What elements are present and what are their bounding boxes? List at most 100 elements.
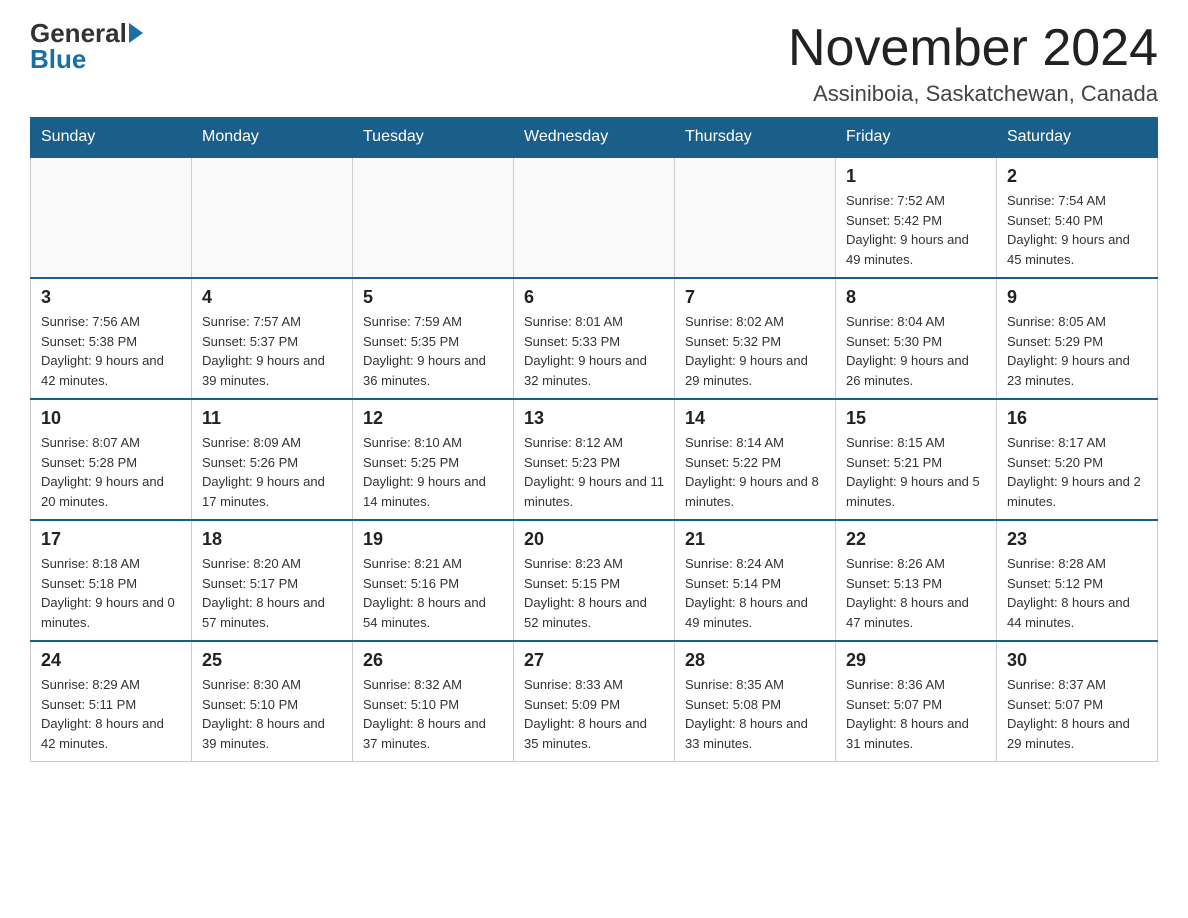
calendar-cell: 29 Sunrise: 8:36 AM Sunset: 5:07 PM Dayli… [836, 641, 997, 762]
calendar-cell [514, 157, 675, 278]
day-info: Sunrise: 8:33 AM Sunset: 5:09 PM Dayligh… [524, 675, 664, 753]
day-info: Sunrise: 8:20 AM Sunset: 5:17 PM Dayligh… [202, 554, 342, 632]
day-info: Sunrise: 8:30 AM Sunset: 5:10 PM Dayligh… [202, 675, 342, 753]
calendar-cell [31, 157, 192, 278]
calendar-header-tuesday: Tuesday [353, 118, 514, 158]
day-number: 30 [1007, 650, 1147, 671]
day-number: 8 [846, 287, 986, 308]
calendar-cell: 23 Sunrise: 8:28 AM Sunset: 5:12 PM Dayli… [997, 520, 1158, 641]
calendar-header-monday: Monday [192, 118, 353, 158]
day-info: Sunrise: 8:32 AM Sunset: 5:10 PM Dayligh… [363, 675, 503, 753]
calendar-cell: 25 Sunrise: 8:30 AM Sunset: 5:10 PM Dayli… [192, 641, 353, 762]
day-info: Sunrise: 8:02 AM Sunset: 5:32 PM Dayligh… [685, 312, 825, 390]
title-section: November 2024 Assiniboia, Saskatchewan, … [788, 20, 1158, 107]
calendar-header-wednesday: Wednesday [514, 118, 675, 158]
calendar-cell: 24Sunrise: 8:29 AM Sunset: 5:11 PM Dayli… [31, 641, 192, 762]
day-info: Sunrise: 7:59 AM Sunset: 5:35 PM Dayligh… [363, 312, 503, 390]
calendar-cell: 26 Sunrise: 8:32 AM Sunset: 5:10 PM Dayli… [353, 641, 514, 762]
day-number: 18 [202, 529, 342, 550]
day-number: 26 [363, 650, 503, 671]
day-info: Sunrise: 8:37 AM Sunset: 5:07 PM Dayligh… [1007, 675, 1147, 753]
day-number: 21 [685, 529, 825, 550]
day-info: Sunrise: 8:07 AM Sunset: 5:28 PM Dayligh… [41, 433, 181, 511]
calendar-cell: 14Sunrise: 8:14 AM Sunset: 5:22 PM Dayli… [675, 399, 836, 520]
calendar-cell: 6 Sunrise: 8:01 AM Sunset: 5:33 PM Daylig… [514, 278, 675, 399]
day-number: 3 [41, 287, 181, 308]
day-info: Sunrise: 8:15 AM Sunset: 5:21 PM Dayligh… [846, 433, 986, 511]
calendar-week-row: 1 Sunrise: 7:52 AM Sunset: 5:42 PM Daylig… [31, 157, 1158, 278]
calendar-header-saturday: Saturday [997, 118, 1158, 158]
day-number: 5 [363, 287, 503, 308]
day-info: Sunrise: 7:52 AM Sunset: 5:42 PM Dayligh… [846, 191, 986, 269]
day-number: 2 [1007, 166, 1147, 187]
calendar-cell: 22Sunrise: 8:26 AM Sunset: 5:13 PM Dayli… [836, 520, 997, 641]
day-number: 9 [1007, 287, 1147, 308]
calendar-cell: 2Sunrise: 7:54 AM Sunset: 5:40 PM Daylig… [997, 157, 1158, 278]
calendar-cell: 4 Sunrise: 7:57 AM Sunset: 5:37 PM Daylig… [192, 278, 353, 399]
day-number: 29 [846, 650, 986, 671]
day-info: Sunrise: 7:56 AM Sunset: 5:38 PM Dayligh… [41, 312, 181, 390]
calendar-week-row: 17Sunrise: 8:18 AM Sunset: 5:18 PM Dayli… [31, 520, 1158, 641]
calendar-header-thursday: Thursday [675, 118, 836, 158]
day-number: 1 [846, 166, 986, 187]
day-number: 17 [41, 529, 181, 550]
day-info: Sunrise: 8:24 AM Sunset: 5:14 PM Dayligh… [685, 554, 825, 632]
day-number: 6 [524, 287, 664, 308]
day-number: 23 [1007, 529, 1147, 550]
calendar-cell: 10 Sunrise: 8:07 AM Sunset: 5:28 PM Dayli… [31, 399, 192, 520]
day-info: Sunrise: 8:23 AM Sunset: 5:15 PM Dayligh… [524, 554, 664, 632]
calendar-week-row: 10 Sunrise: 8:07 AM Sunset: 5:28 PM Dayli… [31, 399, 1158, 520]
day-info: Sunrise: 8:35 AM Sunset: 5:08 PM Dayligh… [685, 675, 825, 753]
day-info: Sunrise: 8:21 AM Sunset: 5:16 PM Dayligh… [363, 554, 503, 632]
calendar-header-sunday: Sunday [31, 118, 192, 158]
calendar-header-row: SundayMondayTuesdayWednesdayThursdayFrid… [31, 118, 1158, 158]
day-number: 16 [1007, 408, 1147, 429]
day-info: Sunrise: 8:05 AM Sunset: 5:29 PM Dayligh… [1007, 312, 1147, 390]
calendar-cell: 8 Sunrise: 8:04 AM Sunset: 5:30 PM Daylig… [836, 278, 997, 399]
calendar-cell: 30 Sunrise: 8:37 AM Sunset: 5:07 PM Dayli… [997, 641, 1158, 762]
day-number: 22 [846, 529, 986, 550]
day-info: Sunrise: 7:57 AM Sunset: 5:37 PM Dayligh… [202, 312, 342, 390]
calendar-cell: 18 Sunrise: 8:20 AM Sunset: 5:17 PM Dayli… [192, 520, 353, 641]
calendar-header-friday: Friday [836, 118, 997, 158]
calendar-cell [353, 157, 514, 278]
calendar-cell: 3 Sunrise: 7:56 AM Sunset: 5:38 PM Daylig… [31, 278, 192, 399]
logo-blue-text: Blue [30, 46, 86, 72]
day-info: Sunrise: 8:10 AM Sunset: 5:25 PM Dayligh… [363, 433, 503, 511]
day-number: 15 [846, 408, 986, 429]
day-info: Sunrise: 8:09 AM Sunset: 5:26 PM Dayligh… [202, 433, 342, 511]
day-number: 20 [524, 529, 664, 550]
calendar-cell: 16 Sunrise: 8:17 AM Sunset: 5:20 PM Dayli… [997, 399, 1158, 520]
logo-general-text: General [30, 20, 127, 46]
day-info: Sunrise: 8:04 AM Sunset: 5:30 PM Dayligh… [846, 312, 986, 390]
day-number: 27 [524, 650, 664, 671]
day-number: 10 [41, 408, 181, 429]
day-info: Sunrise: 8:17 AM Sunset: 5:20 PM Dayligh… [1007, 433, 1147, 511]
calendar-cell [192, 157, 353, 278]
calendar-cell: 11Sunrise: 8:09 AM Sunset: 5:26 PM Dayli… [192, 399, 353, 520]
day-info: Sunrise: 8:01 AM Sunset: 5:33 PM Dayligh… [524, 312, 664, 390]
location-text: Assiniboia, Saskatchewan, Canada [788, 81, 1158, 107]
calendar-cell [675, 157, 836, 278]
logo-arrow-icon [129, 23, 143, 43]
day-number: 4 [202, 287, 342, 308]
day-number: 13 [524, 408, 664, 429]
day-number: 19 [363, 529, 503, 550]
calendar-cell: 28Sunrise: 8:35 AM Sunset: 5:08 PM Dayli… [675, 641, 836, 762]
day-number: 25 [202, 650, 342, 671]
day-info: Sunrise: 8:28 AM Sunset: 5:12 PM Dayligh… [1007, 554, 1147, 632]
logo: General Blue [30, 20, 143, 72]
calendar-cell: 12 Sunrise: 8:10 AM Sunset: 5:25 PM Dayli… [353, 399, 514, 520]
day-number: 24 [41, 650, 181, 671]
calendar-table: SundayMondayTuesdayWednesdayThursdayFrid… [30, 117, 1158, 762]
calendar-cell: 7Sunrise: 8:02 AM Sunset: 5:32 PM Daylig… [675, 278, 836, 399]
day-number: 12 [363, 408, 503, 429]
calendar-cell: 27 Sunrise: 8:33 AM Sunset: 5:09 PM Dayli… [514, 641, 675, 762]
calendar-cell: 1 Sunrise: 7:52 AM Sunset: 5:42 PM Daylig… [836, 157, 997, 278]
calendar-cell: 9 Sunrise: 8:05 AM Sunset: 5:29 PM Daylig… [997, 278, 1158, 399]
day-info: Sunrise: 8:12 AM Sunset: 5:23 PM Dayligh… [524, 433, 664, 511]
calendar-cell: 19 Sunrise: 8:21 AM Sunset: 5:16 PM Dayli… [353, 520, 514, 641]
calendar-cell: 5 Sunrise: 7:59 AM Sunset: 5:35 PM Daylig… [353, 278, 514, 399]
day-info: Sunrise: 8:36 AM Sunset: 5:07 PM Dayligh… [846, 675, 986, 753]
day-info: Sunrise: 8:14 AM Sunset: 5:22 PM Dayligh… [685, 433, 825, 511]
